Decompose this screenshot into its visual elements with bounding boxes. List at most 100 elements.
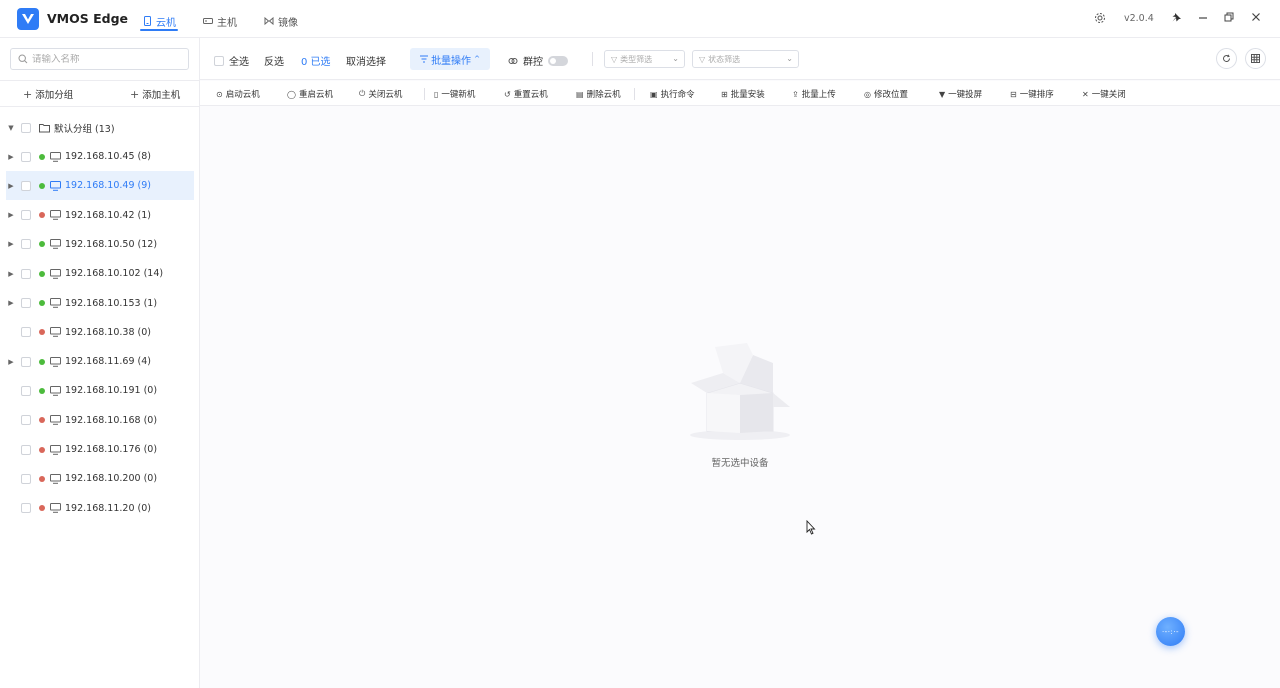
host-checkbox[interactable] xyxy=(21,356,31,367)
host-row[interactable]: ▶ 192.168.10.50 (12) xyxy=(6,230,194,259)
refresh-button[interactable] xyxy=(1216,48,1237,69)
chevron-up-icon: ^ xyxy=(474,55,480,63)
chevron-right-icon[interactable]: ▶ xyxy=(6,358,16,366)
tab-images[interactable]: 镜像 xyxy=(264,11,298,31)
mouse-cursor-icon xyxy=(806,519,816,538)
action-button[interactable]: ↺ 重置云机 xyxy=(504,88,548,101)
host-checkbox[interactable] xyxy=(21,503,31,514)
host-row[interactable]: 192.168.10.191 (0) xyxy=(6,376,194,405)
folder-icon xyxy=(39,123,50,132)
host-checkbox[interactable] xyxy=(21,298,31,308)
phone-icon xyxy=(144,16,151,26)
tab-label: 云机 xyxy=(156,17,176,29)
host-checkbox[interactable] xyxy=(21,327,31,338)
host-row[interactable]: 192.168.10.200 (0) xyxy=(6,464,194,493)
batch-operations-button[interactable]: 批量操作 ^ xyxy=(410,48,490,70)
chevron-right-icon[interactable]: ▶ xyxy=(6,211,16,219)
group-checkbox[interactable] xyxy=(21,122,31,133)
status-filter-select[interactable]: ▽ 状态筛选 ⌄ xyxy=(692,50,799,68)
action-button[interactable]: ▣ 执行命令 xyxy=(650,88,695,101)
action-label: 删除云机 xyxy=(586,90,621,100)
group-control-label: 群控 xyxy=(523,57,543,68)
host-row[interactable]: ▶ 192.168.10.153 (1) xyxy=(6,289,194,318)
host-checkbox[interactable] xyxy=(21,473,31,484)
select-all-checkbox[interactable]: 全选 xyxy=(214,53,249,68)
minimize-icon[interactable] xyxy=(1198,11,1208,26)
refresh-icon xyxy=(1223,54,1231,62)
action-button[interactable]: ▼ 一键投屏 xyxy=(939,88,982,101)
chevron-right-icon[interactable]: ▶ xyxy=(6,153,16,161)
action-button[interactable]: ◎ 修改位置 xyxy=(864,88,908,101)
grid-view-button[interactable] xyxy=(1245,48,1266,69)
action-button[interactable]: ⇪ 批量上传 xyxy=(792,88,836,101)
group-control[interactable]: 群控 xyxy=(508,53,568,68)
action-button[interactable]: ⊙ 启动云机 xyxy=(216,88,260,101)
cancel-selection-button[interactable]: 取消选择 xyxy=(346,53,386,68)
floating-assistant-button[interactable]: ·-·:·- xyxy=(1156,617,1185,646)
invert-selection-button[interactable]: 反选 xyxy=(264,53,284,68)
host-checkbox[interactable] xyxy=(21,151,31,162)
host-row[interactable]: ▶ 192.168.10.42 (1) xyxy=(6,201,194,230)
host-row[interactable]: ▶ 192.168.10.49 (9) xyxy=(6,171,194,201)
action-button[interactable]: ⊞ 批量安装 xyxy=(721,88,765,101)
search-box[interactable] xyxy=(10,48,189,70)
tree-group-default[interactable]: ▼ 默认分组 (13) xyxy=(6,113,194,142)
search-input[interactable] xyxy=(32,53,182,65)
monitor-icon xyxy=(50,210,61,220)
settings-icon[interactable] xyxy=(1094,12,1106,27)
pin-icon[interactable] xyxy=(1171,12,1182,26)
host-checkbox[interactable] xyxy=(21,180,31,191)
host-checkbox[interactable] xyxy=(21,415,31,426)
host-checkbox[interactable] xyxy=(21,210,31,221)
title-bar: VMOS Edge 云机 主机 镜像 v2.0.4 xyxy=(0,0,1280,38)
host-row[interactable]: 192.168.10.38 (0) xyxy=(6,318,194,347)
action-button[interactable]: ▯ 一键新机 xyxy=(434,88,476,101)
host-checkbox[interactable] xyxy=(21,444,31,455)
divider xyxy=(634,88,635,100)
host-row[interactable]: ▶ 192.168.11.69 (4) xyxy=(6,347,194,376)
tab-cloud-phones[interactable]: 云机 xyxy=(143,11,176,31)
tab-hosts[interactable]: 主机 xyxy=(203,11,237,31)
add-group-button[interactable]: + 添加分组 xyxy=(23,87,73,102)
action-label: 一键新机 xyxy=(441,90,476,100)
host-row[interactable]: 192.168.11.20 (0) xyxy=(6,494,194,523)
trash-icon: ▤ xyxy=(576,89,584,99)
action-button[interactable]: ✕ 一键关闭 xyxy=(1082,88,1126,101)
action-toolbar: ⊙ 启动云机 ◯ 重启云机 ⏻ 关闭云机 ▯ 一键新机 ↺ 重置云机 ▤ 删除云机 ▣ 执行命令 ⊞ 批量安装… xyxy=(200,81,1280,106)
host-row[interactable]: 192.168.10.168 (0) xyxy=(6,406,194,435)
chevron-right-icon[interactable]: ▶ xyxy=(6,240,16,248)
host-checkbox[interactable] xyxy=(21,268,31,279)
group-control-toggle[interactable] xyxy=(548,55,568,66)
selected-count: 0 已选 xyxy=(301,57,331,68)
host-row[interactable]: 192.168.10.176 (0) xyxy=(6,435,194,464)
chevron-right-icon[interactable]: ▶ xyxy=(6,270,16,278)
close-window-icon[interactable] xyxy=(1251,12,1261,25)
status-dot xyxy=(39,270,45,277)
host-row[interactable]: ▶ 192.168.10.45 (8) xyxy=(6,142,194,171)
status-dot xyxy=(39,417,45,424)
host-checkbox[interactable] xyxy=(21,385,31,396)
monitor-icon xyxy=(50,444,61,455)
host-row[interactable]: ▶ 192.168.10.102 (14) xyxy=(6,259,194,288)
action-button[interactable]: ◯ 重启云机 xyxy=(287,88,333,101)
select-all-label: 全选 xyxy=(229,57,249,68)
status-dot xyxy=(39,212,45,219)
checkbox[interactable] xyxy=(214,55,224,66)
host-checkbox[interactable] xyxy=(21,239,31,250)
chevron-right-icon[interactable]: ▶ xyxy=(6,182,16,190)
search-icon xyxy=(18,54,28,64)
add-host-button[interactable]: + 添加主机 xyxy=(130,87,180,102)
type-filter-select[interactable]: ▽ 类型筛选 ⌄ xyxy=(604,50,685,68)
type-filter-placeholder: 类型筛选 xyxy=(620,54,653,64)
divider xyxy=(424,88,425,100)
chevron-right-icon[interactable]: ▶ xyxy=(6,299,16,307)
restore-icon[interactable] xyxy=(1224,12,1234,25)
chevron-down-icon[interactable]: ▼ xyxy=(6,124,16,132)
monitor-icon xyxy=(50,327,61,338)
action-button[interactable]: ⊟ 一键排序 xyxy=(1010,88,1054,101)
action-label: 启动云机 xyxy=(225,90,260,100)
status-dot xyxy=(39,182,45,189)
action-button[interactable]: ▤ 删除云机 xyxy=(576,88,621,101)
host-icon xyxy=(203,18,213,24)
action-button[interactable]: ⏻ 关闭云机 xyxy=(359,88,402,100)
